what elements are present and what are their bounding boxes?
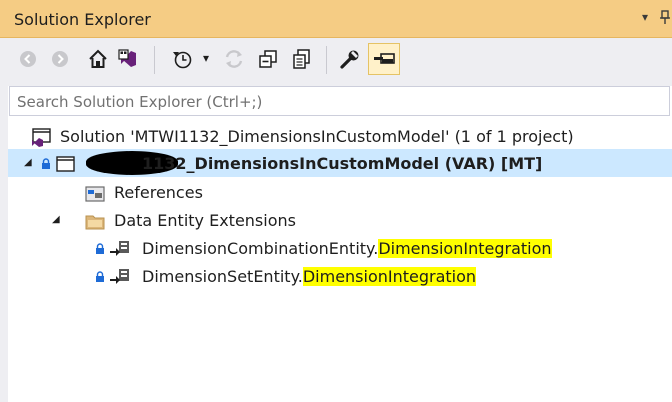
arrow-right-icon — [52, 51, 68, 67]
entity-extension-label: DimensionSetEntity.DimensionIntegration — [142, 267, 477, 286]
search-match-highlight: DimensionIntegration — [378, 239, 552, 258]
tree-row-entity-extension[interactable]: DimensionSetEntity.DimensionIntegration — [8, 262, 672, 290]
clock-icon — [173, 51, 192, 69]
solution-icon — [32, 128, 51, 147]
switch-views-button[interactable] — [114, 45, 142, 73]
entity-extension-label: DimensionCombinationEntity.DimensionInte… — [142, 239, 552, 258]
data-entity-extension-icon — [110, 241, 129, 256]
back-button[interactable] — [14, 45, 42, 73]
panel-left-edge — [0, 0, 8, 402]
home-button[interactable] — [84, 45, 112, 73]
pending-changes-filter-button[interactable] — [168, 45, 196, 73]
tree-row-solution[interactable]: Solution 'MTWI1132_DimensionsInCustomMod… — [8, 122, 672, 150]
references-icon — [85, 186, 105, 202]
window-menu-icon[interactable]: ▾ — [642, 10, 648, 24]
collapse-all-button[interactable] — [254, 45, 282, 73]
tree-row-project[interactable]: ◢ 1132_DimensionsInCustomModel (VAR) [MT… — [8, 149, 672, 177]
home-icon — [89, 49, 107, 68]
preview-icon — [374, 53, 395, 64]
lock-icon — [96, 271, 104, 282]
toolbar-separator — [326, 46, 327, 74]
search-box[interactable] — [9, 86, 670, 116]
show-all-files-button[interactable] — [288, 45, 316, 73]
solution-tree: Solution 'MTWI1132_DimensionsInCustomMod… — [8, 118, 672, 402]
sync-icon — [225, 50, 243, 68]
toolbar: ▾ — [8, 38, 672, 86]
tree-row-folder[interactable]: ◢ Data Entity Extensions — [8, 206, 672, 234]
lock-icon — [96, 243, 104, 254]
solution-explorer-panel: Solution Explorer ▾ ▾ Search Solution Ex… — [0, 0, 672, 402]
tree-row-entity-extension[interactable]: DimensionCombinationEntity.DimensionInte… — [8, 234, 672, 262]
pin-icon[interactable] — [660, 9, 670, 24]
wrench-icon — [340, 50, 359, 69]
folder-label: Data Entity Extensions — [114, 211, 296, 230]
references-label: References — [114, 183, 203, 202]
panel-title: Solution Explorer — [14, 10, 151, 29]
project-label: 1132_DimensionsInCustomModel (VAR) [MT] — [142, 154, 543, 173]
tree-row-references[interactable]: References — [8, 178, 672, 206]
forward-button[interactable] — [46, 45, 74, 73]
folder-icon — [85, 215, 105, 230]
lock-icon — [42, 158, 50, 169]
toolbar-separator — [154, 46, 155, 74]
properties-button[interactable] — [336, 45, 364, 73]
copy-files-icon — [293, 49, 310, 69]
arrow-left-icon — [20, 51, 36, 67]
collapse-all-icon — [259, 50, 277, 68]
title-bar[interactable]: Solution Explorer ▾ — [0, 0, 672, 38]
project-icon — [56, 156, 75, 172]
search-match-highlight: DimensionIntegration — [302, 267, 477, 286]
filter-dropdown-icon[interactable]: ▾ — [203, 51, 209, 65]
expanded-arrow-icon[interactable]: ◢ — [52, 214, 60, 225]
expanded-arrow-icon[interactable]: ◢ — [24, 157, 32, 168]
search-input[interactable] — [17, 92, 657, 112]
preview-selected-button[interactable] — [368, 43, 400, 75]
visual-studio-icon — [118, 49, 136, 67]
solution-label: Solution 'MTWI1132_DimensionsInCustomMod… — [60, 127, 574, 146]
sync-button[interactable] — [220, 45, 248, 73]
data-entity-extension-icon — [110, 269, 129, 284]
